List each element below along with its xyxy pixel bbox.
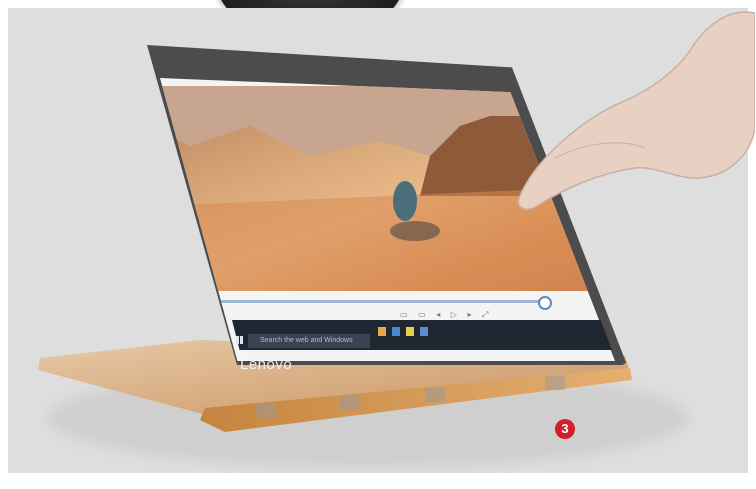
windows-start-icon[interactable] xyxy=(236,336,244,344)
edge-icon[interactable] xyxy=(420,327,428,336)
explorer-icon[interactable] xyxy=(406,327,414,336)
seek-knob[interactable] xyxy=(538,296,552,310)
product-photo: ▭ ▭ ◂ ▷ ▸ ⤢ Search the web and Windows L… xyxy=(0,0,756,489)
store-icon[interactable] xyxy=(392,327,400,336)
folder-icon[interactable] xyxy=(378,327,386,336)
playback-controls[interactable]: ▭ ▭ ◂ ▷ ▸ ⤢ xyxy=(400,310,492,320)
taskbar-search-box[interactable]: Search the web and Windows xyxy=(248,334,370,348)
callout-badge: 3 xyxy=(555,419,575,439)
seek-bar[interactable] xyxy=(220,300,550,303)
pointing-hand xyxy=(517,11,755,210)
lenovo-brand: Lenovo xyxy=(240,356,293,373)
